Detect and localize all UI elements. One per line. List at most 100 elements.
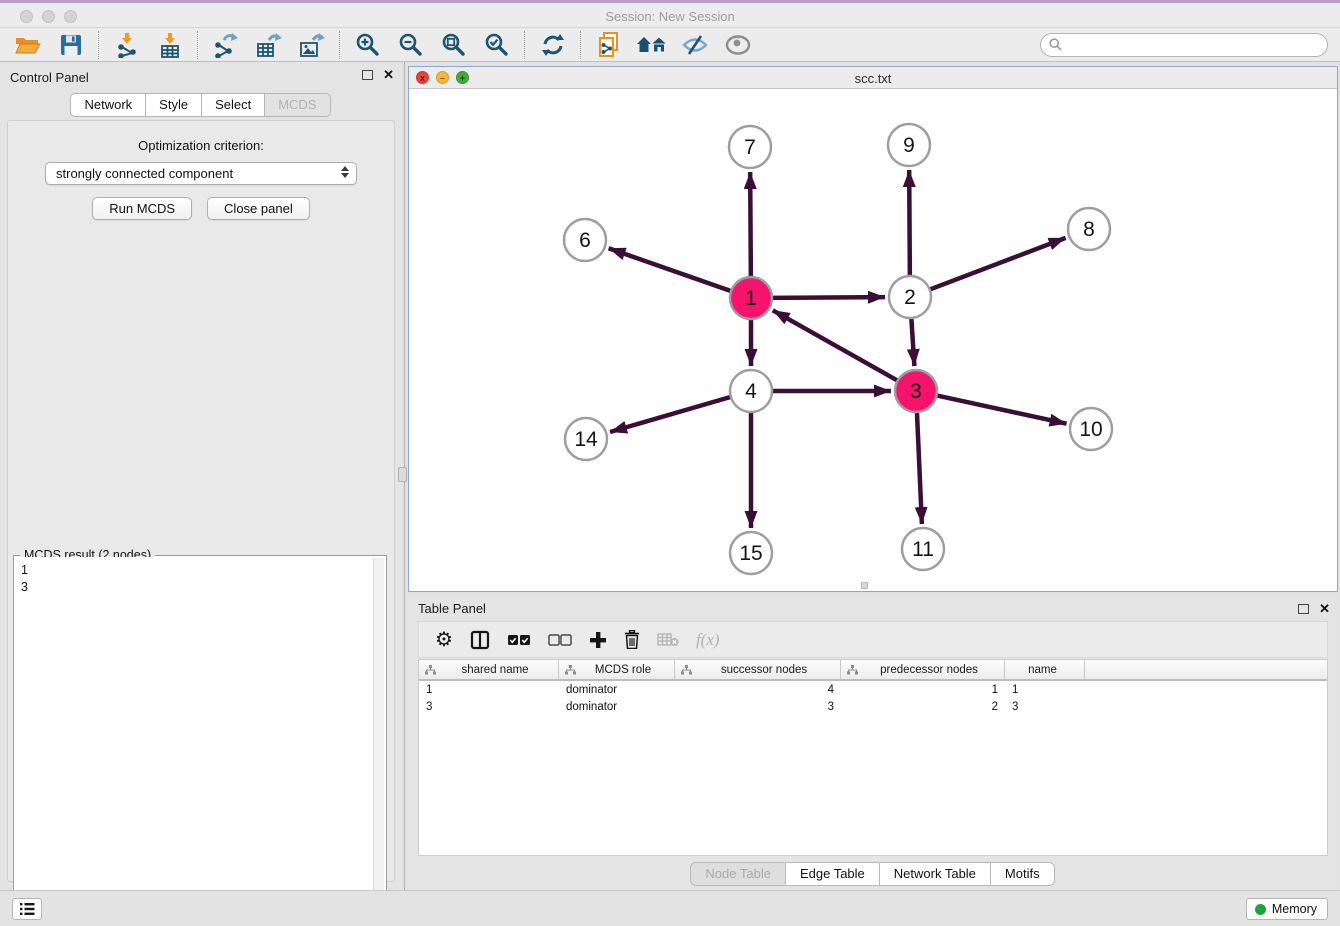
save-session-icon[interactable]: [49, 29, 92, 61]
gear-icon[interactable]: ⚙: [435, 630, 453, 650]
zoom-in-icon[interactable]: [346, 29, 389, 61]
control-panel: Control Panel ✕ Network Style Select MCD…: [0, 62, 402, 890]
graph-edge-3-11[interactable]: [917, 412, 922, 524]
mcds-result-box: MCDS result (2 nodes) 1 3: [13, 555, 387, 926]
splitter-grip[interactable]: [398, 467, 407, 482]
task-history-button[interactable]: [12, 898, 42, 920]
import-network-icon[interactable]: [105, 29, 148, 61]
table-row[interactable]: 3 dominator 3 2 3: [419, 698, 1327, 715]
criterion-value: strongly connected component: [56, 166, 233, 181]
delete-table-icon[interactable]: [657, 632, 679, 647]
clone-network-icon[interactable]: [587, 29, 630, 61]
column-header-predecessor-nodes[interactable]: predecessor nodes: [841, 660, 1005, 679]
import-table-icon[interactable]: [148, 29, 191, 61]
graph-edge-1-2[interactable]: [772, 297, 885, 298]
result-line: 1: [21, 562, 379, 579]
refresh-icon[interactable]: [531, 29, 574, 61]
list-icon: [19, 902, 35, 916]
column-type-icon: [847, 665, 858, 675]
zoom-fit-icon[interactable]: [432, 29, 475, 61]
graph-node-label-14: 14: [574, 428, 598, 451]
graph-node-label-3: 3: [910, 380, 922, 403]
tab-network[interactable]: Network: [70, 93, 146, 117]
frame-resize-grip[interactable]: [861, 582, 868, 589]
float-panel-icon[interactable]: [362, 70, 373, 80]
table-tabs: Node Table Edge Table Network Table Moti…: [408, 862, 1338, 886]
status-bar: Memory: [0, 890, 1340, 926]
float-table-panel-icon[interactable]: [1298, 604, 1309, 614]
graph-edge-4-14[interactable]: [610, 397, 731, 432]
graph-node-label-7: 7: [744, 136, 756, 159]
network-window-titlebar[interactable]: x – + scc.txt: [409, 67, 1337, 89]
graph-node-label-10: 10: [1079, 418, 1102, 441]
graph-edge-3-1[interactable]: [773, 310, 898, 380]
criterion-select[interactable]: strongly connected component: [45, 162, 357, 185]
close-table-panel-icon[interactable]: ✕: [1319, 603, 1330, 614]
open-session-icon[interactable]: [6, 29, 49, 61]
houses-icon[interactable]: [630, 29, 673, 61]
memory-button[interactable]: Memory: [1246, 898, 1328, 920]
zoom-selected-icon[interactable]: [475, 29, 518, 61]
window-title: Session: New Session: [0, 9, 1340, 24]
graph-node-label-4: 4: [745, 380, 757, 403]
tab-network-table[interactable]: Network Table: [879, 862, 991, 886]
column-mapping-icon[interactable]: [470, 630, 490, 650]
column-type-icon: [425, 665, 436, 675]
column-type-icon: [565, 665, 576, 675]
memory-label: Memory: [1272, 902, 1317, 916]
result-scrollbar[interactable]: [373, 558, 384, 926]
export-network-icon[interactable]: [204, 29, 247, 61]
titlebar: Session: New Session: [0, 0, 1340, 28]
graph-edge-2-9[interactable]: [909, 170, 910, 276]
graph-edge-1-7[interactable]: [750, 172, 751, 277]
zoom-out-icon[interactable]: [389, 29, 432, 61]
main-toolbar: [0, 28, 1340, 62]
table-header-row: shared name MCDS role successor nodes pr…: [419, 660, 1327, 681]
search-input[interactable]: [1062, 35, 1327, 55]
column-header-mcds-role[interactable]: MCDS role: [559, 660, 675, 679]
select-all-icon[interactable]: [507, 634, 531, 646]
export-table-icon[interactable]: [247, 29, 290, 61]
tab-motifs[interactable]: Motifs: [990, 862, 1055, 886]
graph-edge-3-10[interactable]: [937, 395, 1067, 423]
column-header-name[interactable]: name: [1005, 660, 1085, 679]
tab-select[interactable]: Select: [201, 93, 265, 117]
select-stepper-icon: [341, 166, 349, 178]
table-row[interactable]: 1 dominator 4 1 1: [419, 681, 1327, 698]
memory-status-icon: [1255, 904, 1266, 915]
table-panel-title: Table Panel: [418, 601, 486, 616]
tab-node-table[interactable]: Node Table: [690, 862, 786, 886]
table-toolbar: ⚙ f(x): [418, 621, 1328, 658]
run-mcds-button[interactable]: Run MCDS: [92, 197, 192, 220]
network-canvas[interactable]: 1234678910111415: [409, 89, 1337, 591]
graph-node-label-8: 8: [1083, 218, 1095, 241]
node-table[interactable]: shared name MCDS role successor nodes pr…: [418, 659, 1328, 856]
close-panel-button[interactable]: Close panel: [207, 197, 310, 220]
control-panel-title: Control Panel: [10, 70, 89, 85]
add-column-icon[interactable]: [589, 631, 607, 649]
graph-edge-1-6[interactable]: [609, 248, 732, 291]
result-line: 3: [21, 579, 379, 596]
tab-mcds[interactable]: MCDS: [264, 93, 330, 117]
graph-node-label-1: 1: [745, 287, 757, 310]
eye-slash-icon[interactable]: [673, 29, 716, 61]
mcds-result-list[interactable]: 1 3: [15, 557, 385, 926]
search-field[interactable]: [1040, 33, 1328, 57]
tab-edge-table[interactable]: Edge Table: [785, 862, 880, 886]
eye-icon[interactable]: [716, 29, 759, 61]
graph-node-label-15: 15: [739, 542, 762, 565]
mcds-panel: Optimization criterion: strongly connect…: [7, 120, 395, 882]
column-header-successor-nodes[interactable]: successor nodes: [675, 660, 841, 679]
network-graph[interactable]: 1234678910111415: [409, 89, 1337, 591]
function-builder-icon[interactable]: f(x): [696, 630, 720, 650]
delete-column-icon[interactable]: [624, 630, 640, 649]
export-image-icon[interactable]: [290, 29, 333, 61]
column-header-shared-name[interactable]: shared name: [419, 660, 559, 679]
optimization-criterion-label: Optimization criterion:: [8, 138, 394, 153]
graph-edge-2-8[interactable]: [930, 238, 1066, 290]
graph-edge-2-3[interactable]: [911, 318, 914, 366]
close-panel-icon[interactable]: ✕: [383, 69, 394, 80]
deselect-all-icon[interactable]: [548, 634, 572, 646]
table-panel: Table Panel ✕ ⚙ f(x) shared name MCDS ro…: [408, 596, 1338, 890]
tab-style[interactable]: Style: [145, 93, 202, 117]
